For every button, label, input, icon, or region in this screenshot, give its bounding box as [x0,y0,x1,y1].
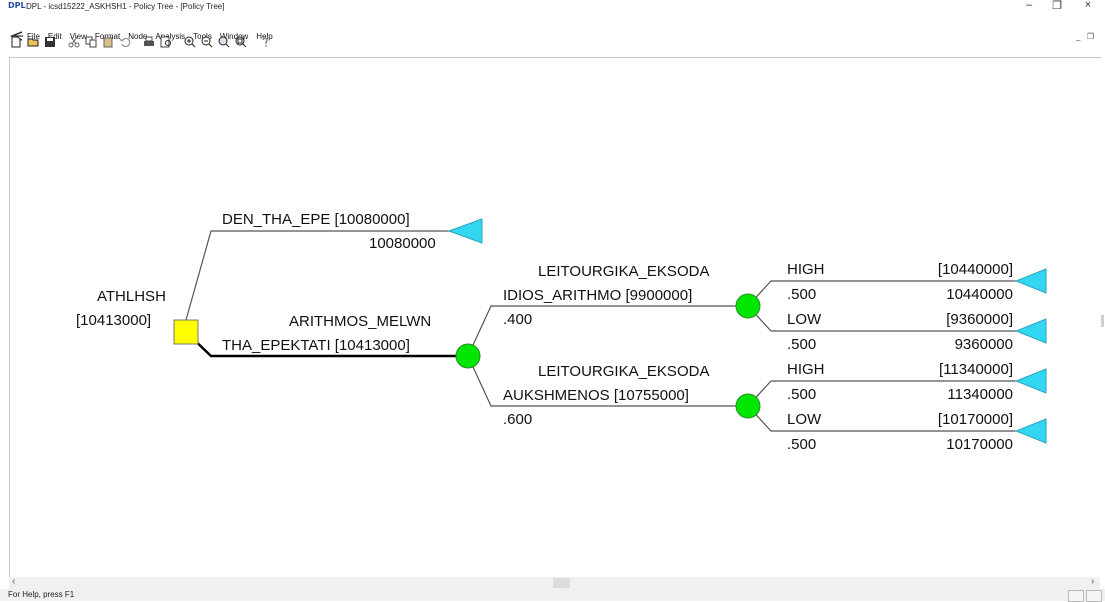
outcome-aukshm-low-value: [10170000] [937,411,1013,428]
branch-tha-label: THA_EPEKTATI [10413000] [222,337,410,354]
status-bar: For Help, press F1 [0,589,1105,602]
scroll-right-button[interactable]: › [1091,576,1094,587]
branch-idios-label: IDIOS_ARITHMO [9900000] [503,287,693,304]
outcome-idios-high-label: HIGH [787,261,825,278]
branch-den-label: DEN_THA_EPE [10080000] [222,211,410,228]
branch-idios-prob: .400 [503,311,533,328]
outcome-aukshm-low-label: LOW [787,411,822,428]
branch-den-payoff: 10080000 [369,235,436,252]
decision-node-athlhsh [173,319,199,345]
terminal-node-aukshm-high [1014,368,1047,394]
status-pane-2 [1086,590,1102,602]
branch-aukshm-label: AUKSHMENOS [10755000] [503,387,689,404]
terminal-node-den [447,218,483,244]
chance-node-arithmos [455,343,481,369]
root-node-value: [10413000] [76,312,152,329]
outcome-aukshm-high-label: HIGH [787,361,825,378]
outcome-idios-high-payoff: 10440000 [946,286,1013,303]
outcome-idios-low-prob: .500 [787,336,817,353]
outcome-idios-high-prob: .500 [787,286,817,303]
terminal-node-idios-low [1014,318,1047,344]
outcome-aukshm-low-payoff: 10170000 [946,436,1013,453]
terminal-node-aukshm-low [1014,418,1047,444]
outcome-idios-low-label: LOW [787,311,822,328]
vertical-scroll-thumb[interactable] [1101,315,1104,327]
outcome-idios-high-value: [10440000] [937,261,1013,278]
outcome-aukshm-high-value: [11340000] [939,361,1013,378]
status-pane-1 [1068,590,1084,602]
scroll-left-button[interactable]: ‹ [12,576,15,587]
branch-aukshm-prob: .600 [503,411,533,428]
chance-node-idios [735,293,761,319]
outcome-idios-low-value: [9360000] [946,311,1013,328]
chance-node-aukshm [735,393,761,419]
horizontal-scrollbar[interactable]: ‹ › [9,576,1100,589]
chance-name-aukshm: LEITOURGIKA_EKSODA [538,363,710,380]
chance-name-idios: LEITOURGIKA_EKSODA [538,263,710,280]
root-node-name: ATHLHSH [97,288,166,305]
outcome-aukshm-high-payoff: 11340000 [947,386,1013,403]
outcome-idios-low-payoff: 9360000 [954,336,1013,353]
status-text: For Help, press F1 [8,590,75,599]
chance-name-arithmos: ARITHMOS_MELWN [289,313,432,330]
outcome-aukshm-high-prob: .500 [787,386,817,403]
outcome-aukshm-low-prob: .500 [787,436,817,453]
scroll-thumb[interactable] [553,578,570,588]
terminal-node-idios-high [1014,268,1047,294]
